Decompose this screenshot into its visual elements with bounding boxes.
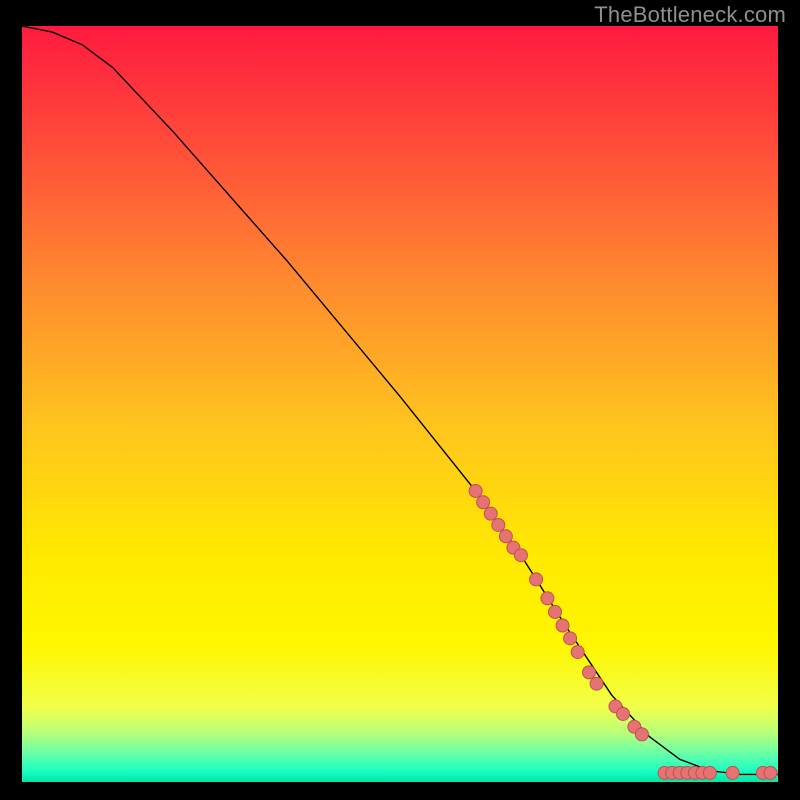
gradient-background	[22, 26, 778, 782]
chart-stage: TheBottleneck.com	[0, 0, 800, 800]
data-point	[583, 666, 596, 679]
data-point	[484, 507, 497, 520]
data-point	[548, 605, 561, 618]
data-point	[477, 496, 490, 509]
watermark-label: TheBottleneck.com	[594, 2, 786, 28]
data-point	[703, 766, 716, 779]
data-point	[514, 549, 527, 562]
data-point	[499, 530, 512, 543]
data-point	[571, 645, 584, 658]
data-point	[764, 766, 777, 779]
data-point	[530, 573, 543, 586]
data-point	[726, 766, 739, 779]
plot-area	[22, 26, 778, 782]
data-point	[635, 728, 648, 741]
data-point	[492, 518, 505, 531]
data-point	[556, 619, 569, 632]
data-point	[590, 677, 603, 690]
data-point	[469, 484, 482, 497]
data-point	[617, 707, 630, 720]
data-point	[541, 592, 554, 605]
data-point	[564, 632, 577, 645]
chart-svg	[22, 26, 778, 782]
